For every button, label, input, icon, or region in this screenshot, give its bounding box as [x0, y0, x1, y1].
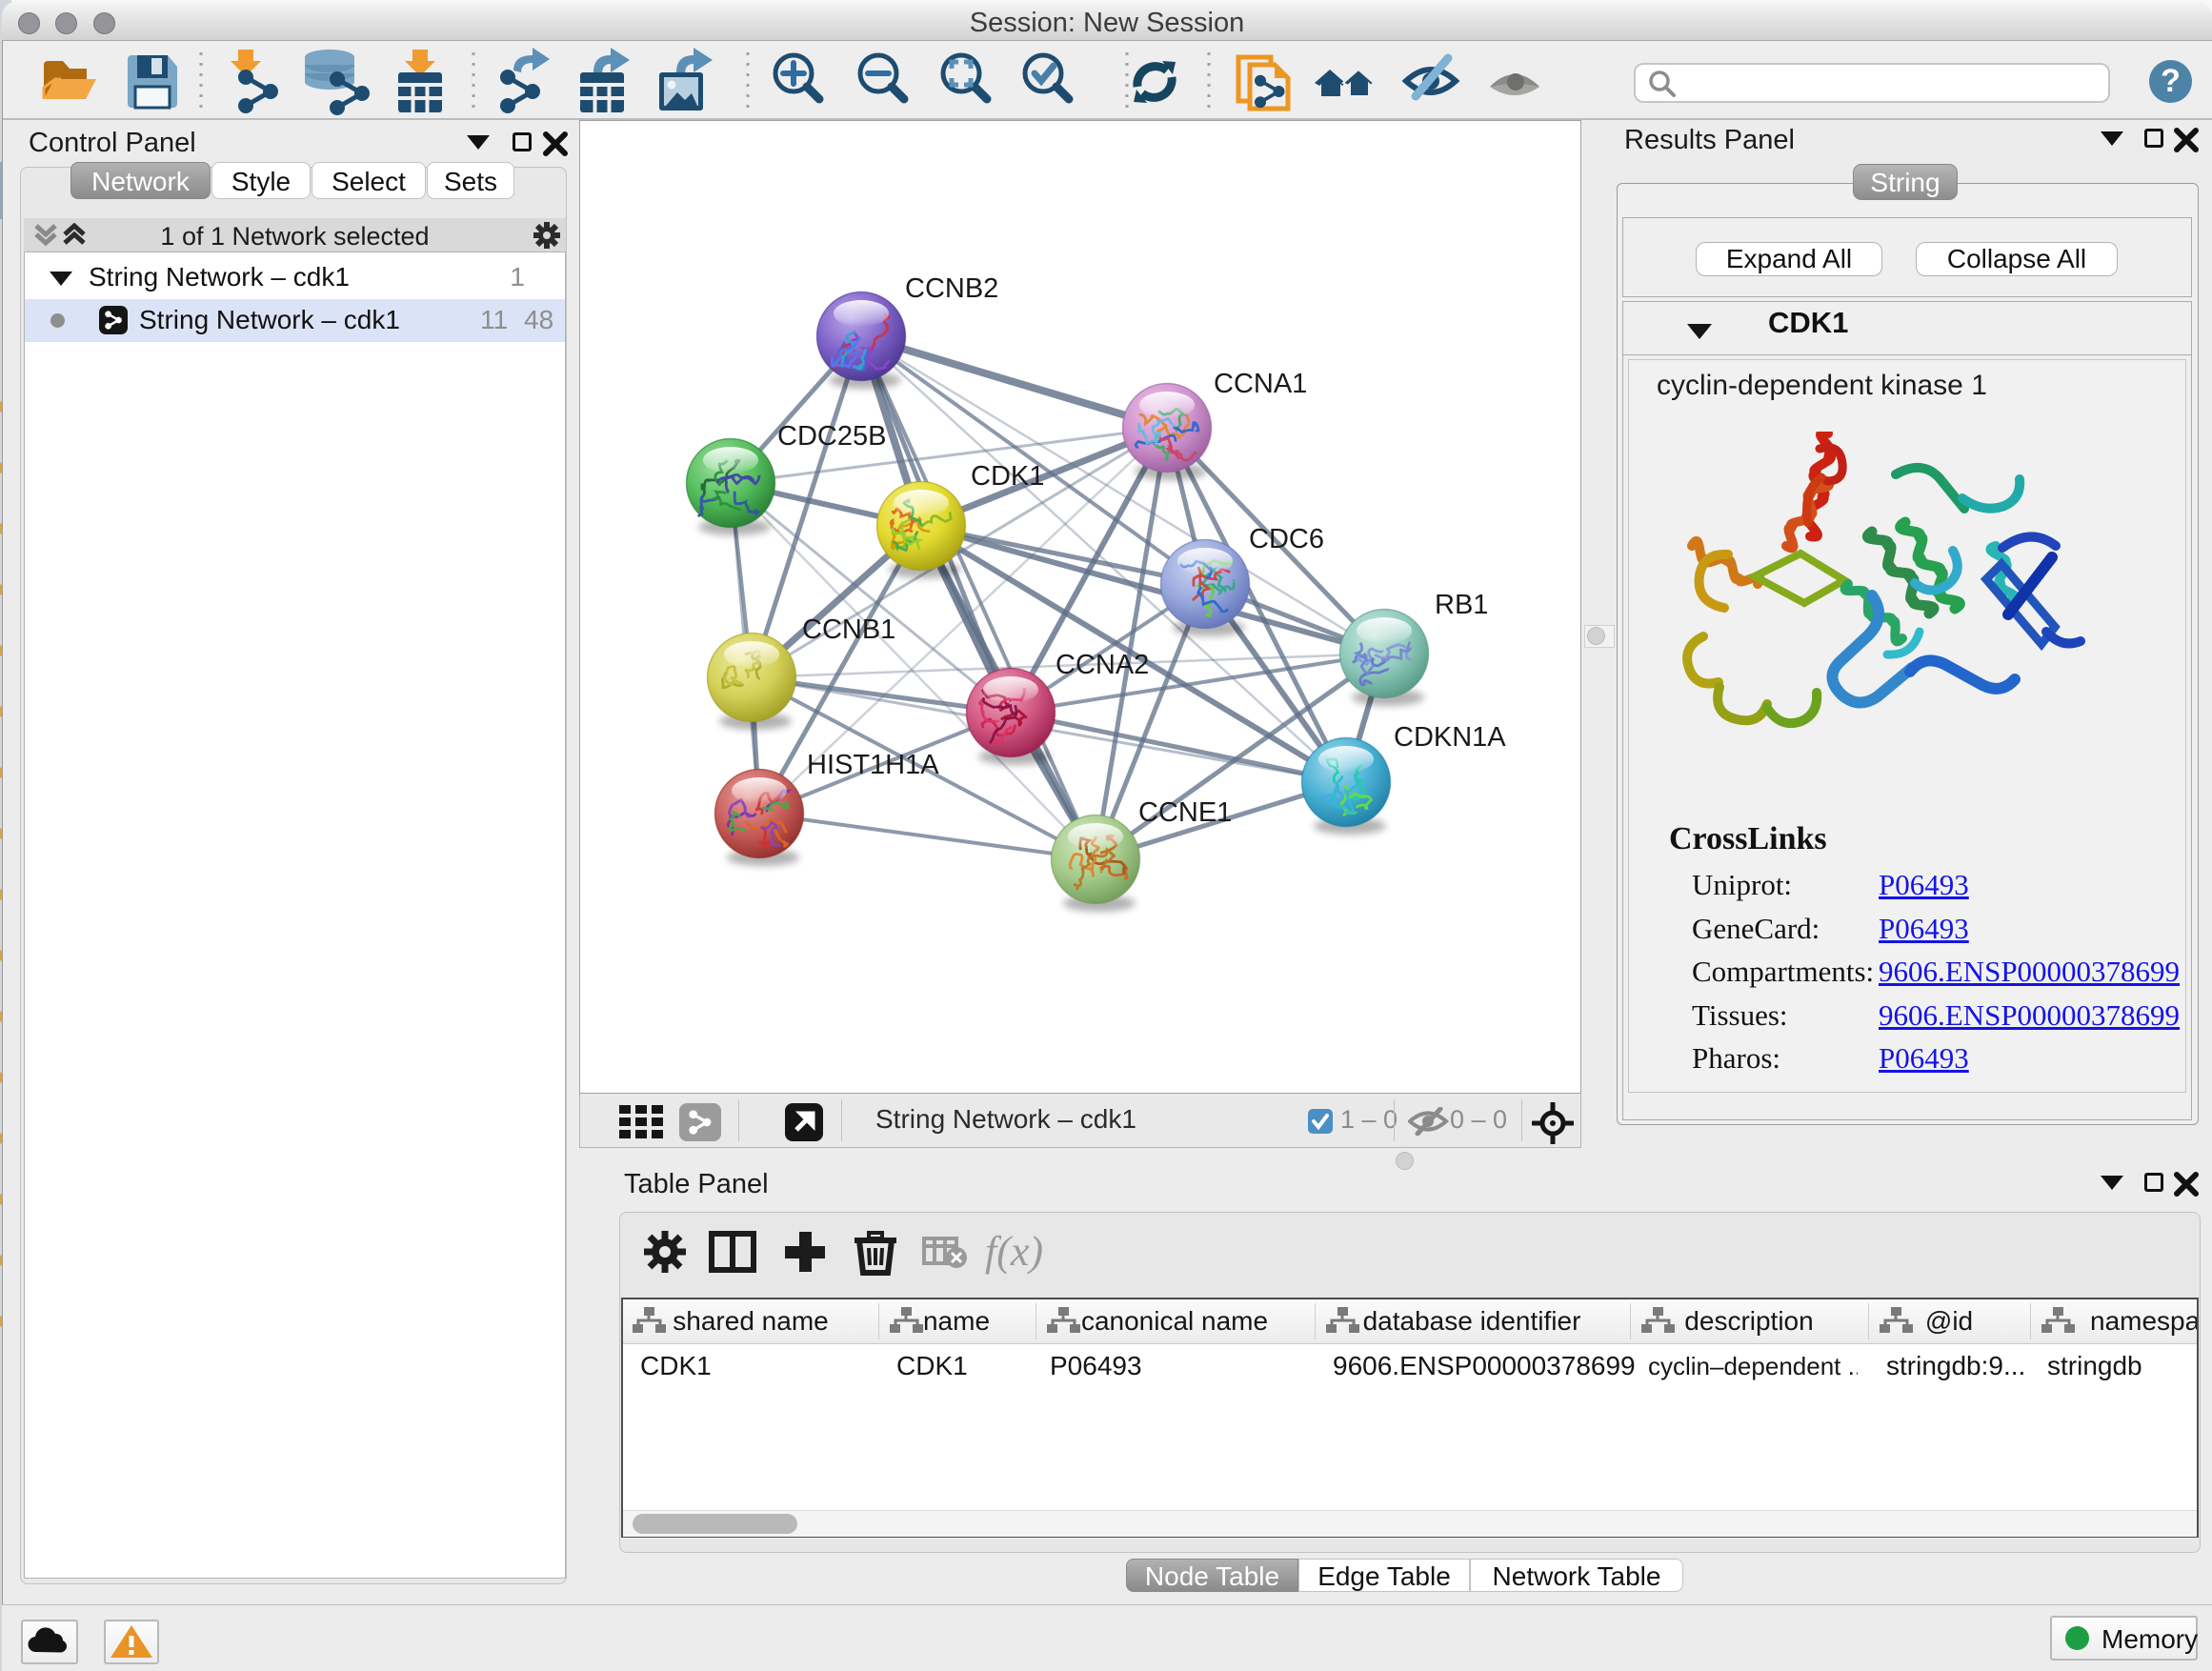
svg-text:CCNA1: CCNA1 [1214, 369, 1307, 399]
svg-text:CDC25B: CDC25B [777, 421, 886, 452]
svg-text:CCNE1: CCNE1 [1138, 797, 1232, 828]
svg-text:CDK1: CDK1 [971, 461, 1044, 492]
svg-text:RB1: RB1 [1435, 590, 1488, 620]
svg-text:f(x): f(x) [985, 1228, 1042, 1275]
svg-text:CDKN1A: CDKN1A [1394, 722, 1506, 753]
svg-text:HIST1H1A: HIST1H1A [807, 750, 939, 780]
svg-text:CDC6: CDC6 [1249, 524, 1324, 554]
svg-text:CCNB1: CCNB1 [802, 614, 895, 645]
svg-text:CCNA2: CCNA2 [1056, 650, 1149, 680]
svg-text:CCNB2: CCNB2 [905, 273, 998, 304]
